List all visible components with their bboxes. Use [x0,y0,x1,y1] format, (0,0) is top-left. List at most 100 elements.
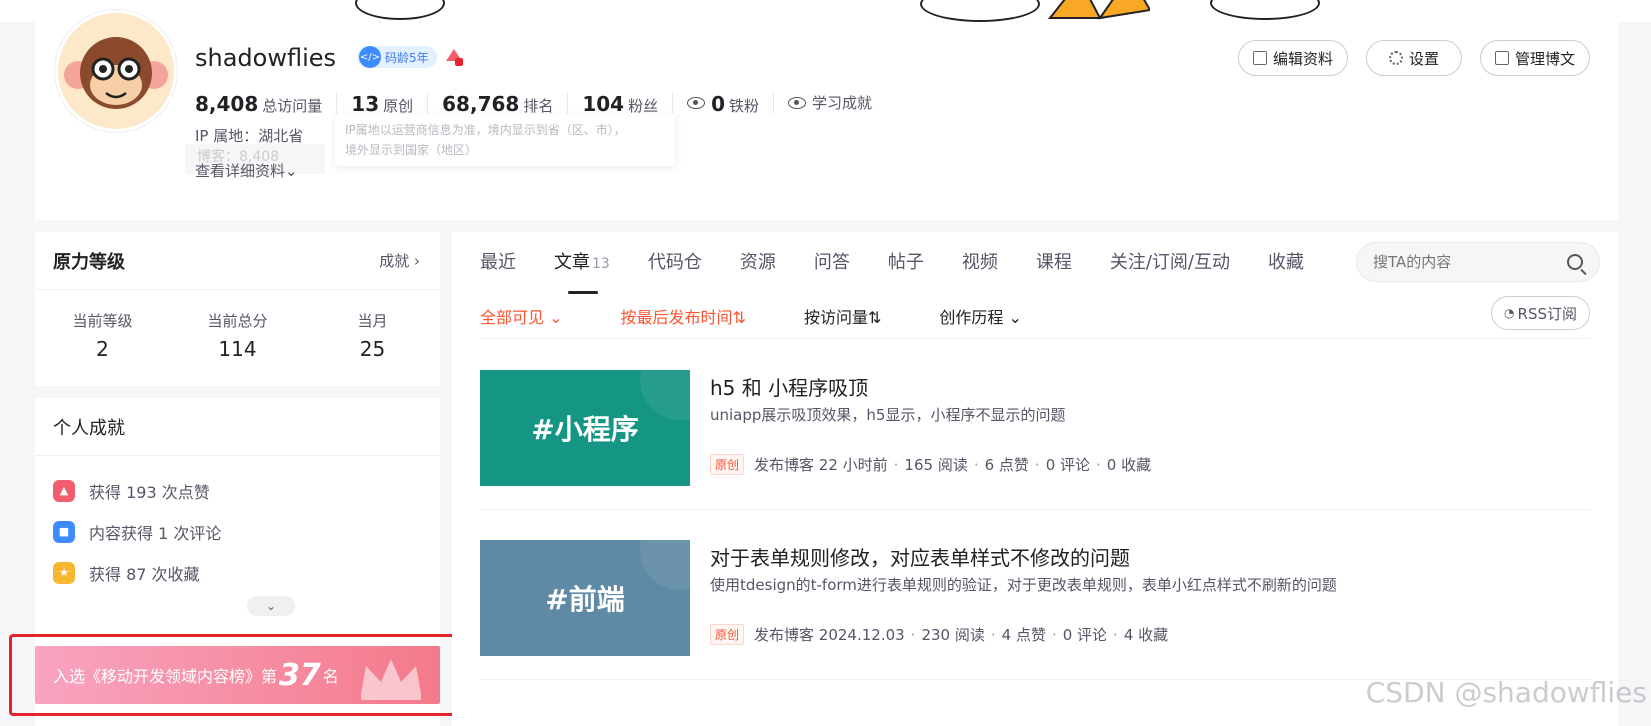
expand-button[interactable]: ⌄ [247,596,295,616]
tab-label: 课程 [1035,252,1072,273]
edit-profile-label: 编辑资料 [1272,49,1333,68]
banner-decoration [0,0,1651,22]
achievements-link[interactable]: 成就 › [379,250,420,271]
force-level-card: 原力等级 成就 › 当前等级 2 当前总分 114 当月 25 [35,232,440,386]
eye-icon [687,97,706,109]
profile-card: shadowflies </> 码龄5年 8,408 总访问量 13 原创 68… [35,10,1618,220]
rank-prefix: 入选《移动开发领域内容榜》第 [53,667,278,686]
tab-recent[interactable]: 最近 [480,248,516,288]
favorite-count: 4 收藏 [1123,626,1169,644]
honor-badge-icon[interactable] [443,46,465,68]
level-total-score: 当前总分 114 [170,310,305,361]
tab-label: 资源 [739,252,776,273]
tab-label: 代码仓 [647,252,702,273]
tab-favorites[interactable]: 收藏 [1268,248,1304,288]
creation-history[interactable]: 创作历程 ⌄ [939,304,1022,328]
card-title: 原力等级 [53,251,125,273]
level-month: 当月 25 [305,310,440,361]
settings-button[interactable]: 设置 [1365,40,1462,76]
rss-button[interactable]: ◔ RSS订阅 [1491,296,1590,330]
tab-label: 问答 [813,252,850,273]
tab-videos[interactable]: 视频 [962,248,998,288]
achievement-text: 获得 193 次点赞 [89,482,210,502]
stat-number: 68,768 [442,92,520,116]
cloud-decoration [355,0,445,20]
separator: · [990,625,996,644]
stat-label: 排名 [523,97,554,115]
rank-banner[interactable]: 入选《移动开发领域内容榜》第 37 名 [35,646,440,704]
card-header: 原力等级 成就 › [35,232,440,290]
kite-decoration [1047,0,1150,20]
chevron-right-icon: › [414,252,420,270]
more-info-link[interactable]: 查看详细资料⌄ [195,160,298,181]
ip-tooltip: IP属地以运营商信息为准，境内显示到省（区、市）， 境外显示到国家（地区） [335,114,675,166]
tab-follow[interactable]: 关注/订阅/互动 [1110,248,1230,288]
stat-original[interactable]: 13 原创 [351,92,429,116]
comment-count: 0 评论 [1062,626,1108,644]
original-tag: 原创 [710,454,745,475]
tab-code-repo[interactable]: 代码仓 [648,248,702,288]
stat-number: 8,408 [195,92,259,116]
gear-icon [1388,51,1403,65]
tab-courses[interactable]: 课程 [1036,248,1072,288]
visibility-filter[interactable]: 全部可见 ⌄ [480,304,563,328]
like-count: 4 点赞 [1001,626,1046,644]
edit-profile-button[interactable]: 编辑资料 [1237,40,1348,76]
avatar[interactable] [55,10,177,132]
article-meta: 原创 发布博客 22 小时前 · 165 阅读 · 6 点赞 · 0 评论 · 0 收藏 [710,454,1151,475]
article-title[interactable]: h5 和 小程序吸顶 [710,372,868,401]
article-item[interactable]: #前端 对于表单规则修改，对应表单样式不修改的问题 使用tdesign的t-fo… [480,510,1590,680]
manage-posts-label: 管理博文 [1514,49,1575,68]
achievement-list: ▲ 获得 193 次点赞 ■ 内容获得 1 次评论 ★ 获得 87 次收藏 [35,456,440,593]
level-value: 114 [218,337,257,361]
achievements-link-label: 成就 [379,252,410,270]
rss-icon: ◔ [1504,306,1515,320]
search-icon[interactable] [1567,254,1583,270]
stat-fans[interactable]: 104 粉丝 [582,92,674,116]
tab-posts[interactable]: 帖子 [888,248,924,288]
stat-number: 13 [351,92,380,116]
level-label: 当前等级 [72,312,133,330]
article-thumbnail[interactable]: #前端 [480,540,690,656]
code-age-label: 码龄5年 [385,50,429,65]
publish-time: 发布博客 2024.12.03 [754,626,905,644]
tab-articles[interactable]: 文章 13 [554,248,610,294]
separator: · [1034,455,1040,474]
tab-label: 关注/订阅/互动 [1109,252,1230,273]
ip-location: IP 属地：湖北省 [195,127,304,145]
tab-qa[interactable]: 问答 [814,248,850,288]
comment-icon: ■ [53,520,75,543]
learning-label: 学习成就 [812,94,873,112]
stat-rank[interactable]: 68,768 排名 [442,92,569,116]
separator: · [1113,625,1118,644]
stat-iron-fans[interactable]: 0 铁粉 [687,92,775,116]
chevron-down-icon: ⌄ [265,599,277,613]
sort-by-time[interactable]: 按最后发布时间⇅ [621,304,746,328]
chevron-down-icon: ⌄ [549,308,563,327]
stat-visits[interactable]: 8,408 总访问量 [195,92,338,116]
learning-achievement[interactable]: 学习成就 [788,92,886,114]
article-thumbnail[interactable]: #小程序 [480,370,690,486]
search-input[interactable] [1373,253,1567,271]
chevron-down-icon: ⌄ [285,162,298,180]
tab-label: 文章 [554,252,590,273]
level-stats: 当前等级 2 当前总分 114 当月 25 [35,290,440,361]
tab-resources[interactable]: 资源 [740,248,776,288]
achievement-item: ■ 内容获得 1 次评论 [53,511,422,552]
separator: · [910,625,916,644]
watermark: CSDN @shadowflies [1365,676,1647,709]
article-title[interactable]: 对于表单规则修改，对应表单样式不修改的问题 [710,542,1130,571]
level-value: 2 [96,337,109,361]
code-age-icon: </> [359,46,381,68]
original-tag: 原创 [710,624,745,645]
article-item[interactable]: #小程序 h5 和 小程序吸顶 uniapp展示吸顶效果，h5显示，小程序不显示… [480,340,1590,510]
sort-by-views[interactable]: 按访问量⇅ [804,304,881,328]
stat-label: 总访问量 [262,97,323,115]
code-age-badge[interactable]: </> 码龄5年 [357,46,437,68]
document-icon [1494,51,1509,65]
chevron-down-icon: ⌄ [1008,308,1022,327]
search-box [1356,242,1600,282]
rss-label: RSS订阅 [1517,304,1577,323]
tab-label: 收藏 [1267,252,1304,273]
manage-posts-button[interactable]: 管理博文 [1479,40,1590,76]
